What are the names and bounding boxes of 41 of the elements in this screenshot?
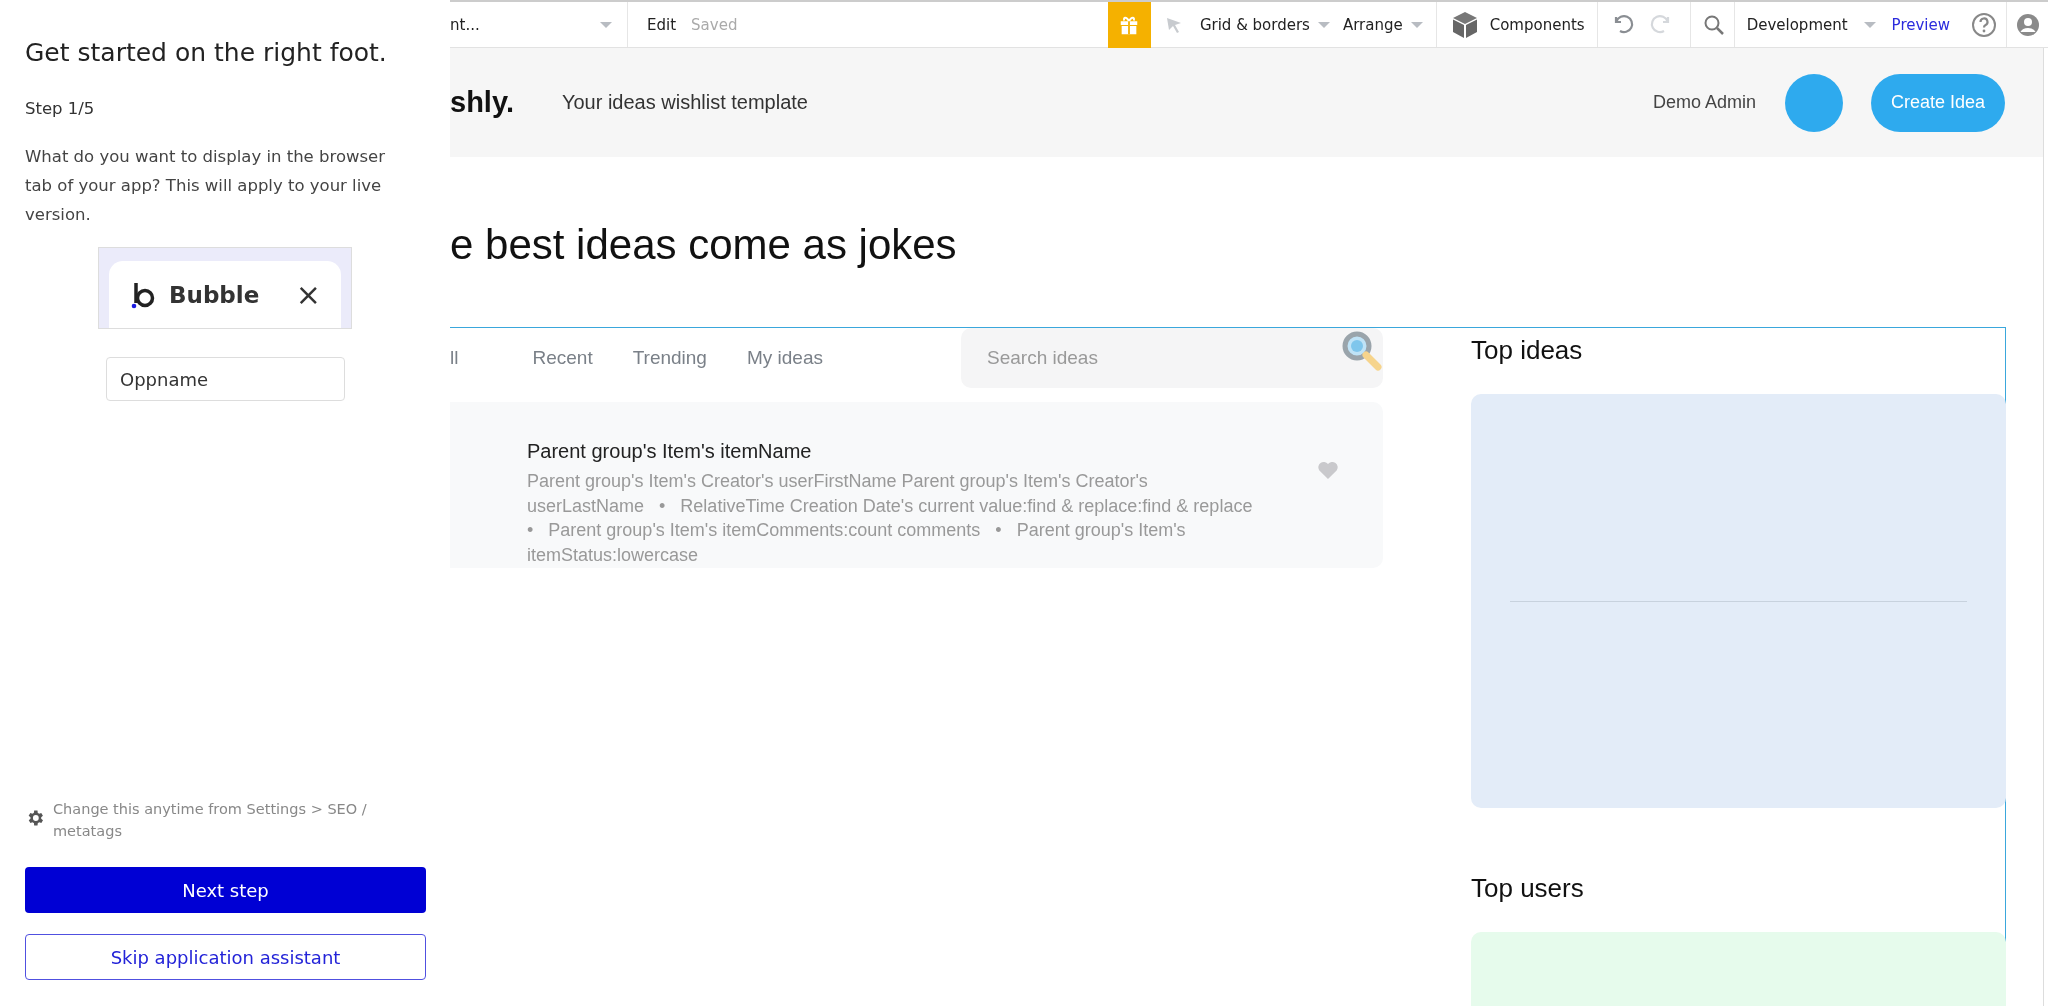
- components-button[interactable]: Components: [1435, 2, 1597, 47]
- filter-tab[interactable]: My ideas: [746, 347, 823, 369]
- user-icon[interactable]: [2016, 12, 2040, 37]
- search-field[interactable]: Search ideas: [961, 328, 1383, 388]
- filter-tab[interactable]: Trending: [632, 347, 707, 369]
- tab-title: Bubble: [169, 281, 261, 308]
- filter-tab[interactable]: ll: [450, 347, 459, 369]
- cube-icon: [1451, 10, 1478, 39]
- bubble-logo-icon: [131, 280, 157, 309]
- save-status: Saved: [691, 15, 738, 34]
- mode-label[interactable]: Edit: [647, 15, 677, 34]
- step-counter: Step 1/5: [25, 99, 96, 118]
- logo-text: shly.: [450, 86, 514, 119]
- environment-dropdown[interactable]: Development: [1733, 2, 1876, 47]
- question-text: What do you want to display in the browser tab of your app? This will apply to your live version.: [25, 146, 387, 226]
- caret-icon: [1863, 21, 1876, 28]
- app-name-field[interactable]: Oppname: [106, 357, 345, 401]
- caret-icon: [1410, 21, 1423, 28]
- idea-meta: Parent group's Item's Creator's userFirstName Parent group's Item's Creator's userLastName • RelativeTime Creation Date's current value:find & replace:find & replace • Parent group's Item's itemComments:count comments • Parent group's Item's itemStatus:lowercase: [527, 470, 1254, 567]
- panel-title: Get started on the right foot.: [25, 38, 388, 67]
- filter-tab[interactable]: Recent: [532, 347, 593, 369]
- search-icon[interactable]: [1702, 13, 1725, 36]
- close-icon: ×: [295, 277, 321, 312]
- section-title: Top ideas: [1471, 335, 1584, 367]
- next-step-button[interactable]: Next step: [25, 867, 426, 913]
- hint-text: Change this anytime from Settings > SEO / metatags: [53, 800, 368, 841]
- tagline: Your ideas wishlist template: [561, 91, 808, 114]
- page-heading: e best ideas come as jokes: [450, 221, 958, 270]
- skip-button[interactable]: Skip application assistant: [25, 934, 426, 980]
- gift-button[interactable]: [1107, 1, 1151, 48]
- caret-icon: [600, 21, 612, 28]
- menu-dropdown[interactable]: Arrange: [1342, 15, 1423, 34]
- heart-icon[interactable]: [1317, 460, 1339, 480]
- user-name: Demo Admin: [1652, 92, 1756, 113]
- page-dropdown[interactable]: nt...: [450, 2, 628, 47]
- idea-title: Parent group's Item's itemName: [527, 440, 813, 463]
- preview-link[interactable]: Preview: [1891, 15, 1950, 34]
- help-icon[interactable]: [1971, 11, 1997, 38]
- menu-dropdown[interactable]: Grid & borders: [1199, 15, 1330, 34]
- caret-icon: [1317, 21, 1330, 28]
- section-title: Top users: [1471, 873, 1585, 905]
